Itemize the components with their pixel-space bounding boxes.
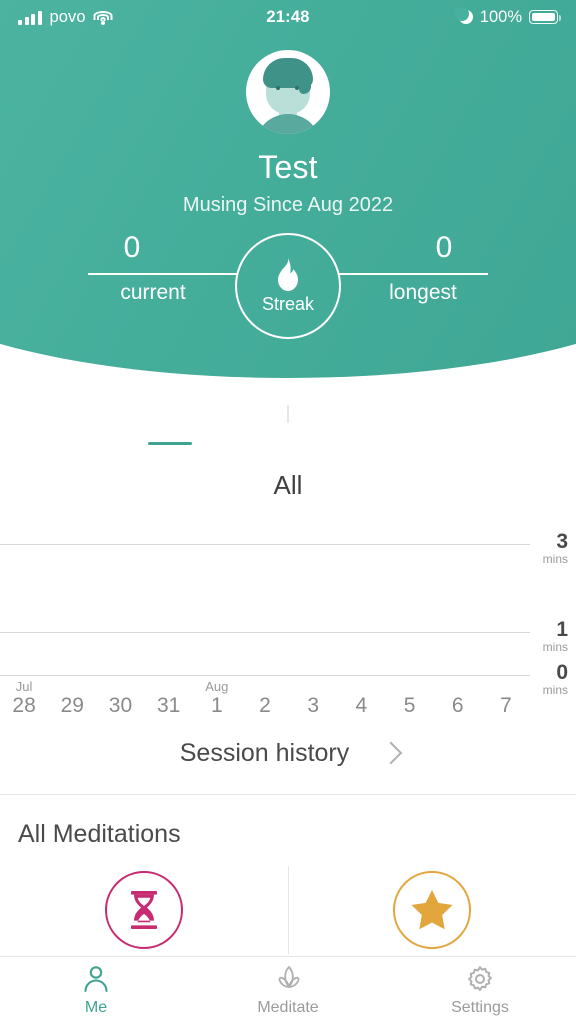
streak-current-rule	[88, 273, 238, 275]
chart-x-day-label: 29	[60, 694, 84, 717]
battery-percent-label: 100%	[479, 7, 522, 26]
meditation-favorites[interactable]	[288, 866, 576, 954]
chart-y-tick-value: 1	[556, 618, 568, 641]
meditations-separator	[288, 866, 289, 954]
session-history-label: Session history	[179, 738, 350, 767]
nav-label-me: Me	[84, 999, 108, 1016]
nav-item-me[interactable]: Me	[0, 957, 192, 1024]
chart-x-tick: 4	[337, 680, 385, 719]
section-divider	[0, 794, 576, 795]
chart-x-month-label	[48, 680, 96, 693]
chart-x-month-label	[482, 680, 530, 693]
chart-x-month-label: Aug	[205, 679, 229, 694]
streak-longest: 0 longest	[338, 233, 488, 305]
streak-longest-value: 0	[435, 231, 453, 264]
streak-longest-label: longest	[389, 281, 457, 304]
chart-y-tick: 3 mins	[522, 531, 568, 566]
lotus-icon	[273, 964, 303, 994]
chart-x-tick: 2	[241, 680, 289, 719]
chart-y-tick: 1 mins	[522, 619, 568, 654]
chart-x-day-label: 3	[307, 694, 320, 717]
streak-current-value: 0	[123, 231, 141, 264]
nav-label-settings: Settings	[451, 999, 509, 1016]
chart-y-tick-value: 3	[556, 530, 568, 553]
moon-icon	[454, 7, 473, 24]
chart-x-day-label: 4	[355, 694, 368, 717]
chart-x-tick: 3	[289, 680, 337, 719]
streak-current: 0 current	[88, 233, 238, 305]
profile-since: Musing Since Aug 2022	[182, 194, 394, 216]
chart-x-month-label	[96, 680, 144, 693]
chart-x-tick: 7	[482, 680, 530, 719]
nav-item-settings[interactable]: Settings	[384, 957, 576, 1024]
chevron-right-icon	[383, 742, 396, 764]
chart-x-tick: 30	[96, 680, 144, 719]
star-icon	[393, 871, 471, 949]
chart-x-tick: 31	[145, 680, 193, 719]
nav-item-meditate[interactable]: Meditate	[192, 957, 384, 1024]
app-screen: povo 21:48 100% Test Musing Since Aug 20…	[0, 0, 576, 1024]
chart-x-day-label: 6	[451, 694, 464, 717]
chart-x-month-label	[337, 680, 385, 693]
chart-y-tick-unit: mins	[542, 640, 568, 654]
gear-icon	[465, 964, 495, 994]
avatar[interactable]	[246, 50, 330, 134]
chart-x-day-label: 28	[12, 694, 36, 717]
avatar-container[interactable]	[0, 50, 576, 139]
chart-x-tick: 5	[386, 680, 434, 719]
tab-inactive-underline	[266, 442, 310, 445]
streak-current-label: current	[120, 281, 186, 304]
tab-inactive-underline	[384, 442, 428, 445]
status-bar: povo 21:48 100%	[0, 0, 576, 34]
chart-y-tick-unit: mins	[542, 552, 568, 566]
chart-gridline	[0, 632, 530, 633]
streak-circle: Streak	[235, 233, 341, 339]
session-history-row[interactable]: Session history	[0, 722, 576, 784]
meditation-timed[interactable]	[0, 866, 288, 954]
person-icon	[81, 964, 111, 994]
chart-x-month-label: Jul	[15, 679, 33, 694]
clock-icon	[384, 392, 428, 436]
chart-x-tick: 29	[48, 680, 96, 719]
tab-active-underline	[148, 442, 192, 445]
chart-x-day-label: 30	[108, 694, 133, 717]
nav-label-meditate: Meditate	[257, 999, 319, 1016]
chart-x-day-label: 31	[156, 694, 181, 717]
profile-name: Test	[258, 149, 318, 185]
chart-x-month-label	[289, 680, 337, 693]
chart-x-tick: 6	[434, 680, 482, 719]
streak-center-label: Streak	[261, 293, 315, 314]
brain-icon	[266, 392, 310, 436]
tab-stats-donut[interactable]	[145, 392, 195, 445]
chart-x-tick: Aug 1	[193, 680, 241, 719]
chart-x-day-label: 2	[259, 694, 271, 717]
donut-chart-icon	[148, 392, 192, 436]
all-meditations-title: All Meditations	[18, 820, 181, 848]
streak-section: 0 current 0 longest Streak	[0, 233, 576, 343]
chart-x-month-label	[241, 680, 289, 693]
chart-x-day-label: 5	[403, 694, 416, 717]
chart-x-day-label: 1	[210, 694, 223, 717]
profile-header: povo 21:48 100% Test Musing Since Aug 20…	[0, 0, 576, 378]
chart-gridline	[0, 675, 530, 676]
chart-x-month-label	[386, 680, 434, 693]
tab-stats-clock[interactable]	[381, 392, 431, 445]
chart-x-month-label	[434, 680, 482, 693]
streak-longest-rule	[338, 273, 488, 275]
battery-full-icon	[529, 10, 561, 24]
chart-title: All	[273, 470, 303, 500]
flame-icon	[275, 257, 301, 291]
bottom-nav: Me Meditate Settings	[0, 956, 576, 1024]
chart-gridline	[0, 544, 530, 545]
status-bar-right: 100%	[454, 7, 561, 27]
chart-tab-bar	[0, 392, 576, 445]
chart-x-tick: Jul 28	[0, 680, 48, 719]
hourglass-icon	[105, 871, 183, 949]
chart-x-month-label	[145, 680, 193, 693]
chart-x-day-label: 7	[500, 694, 512, 717]
tab-stats-brain[interactable]	[263, 392, 313, 445]
stats-chart: 0 mins 1 mins 3 mins Jul 28 29 30 31 Aug 1 2 3 4…	[0, 520, 576, 720]
